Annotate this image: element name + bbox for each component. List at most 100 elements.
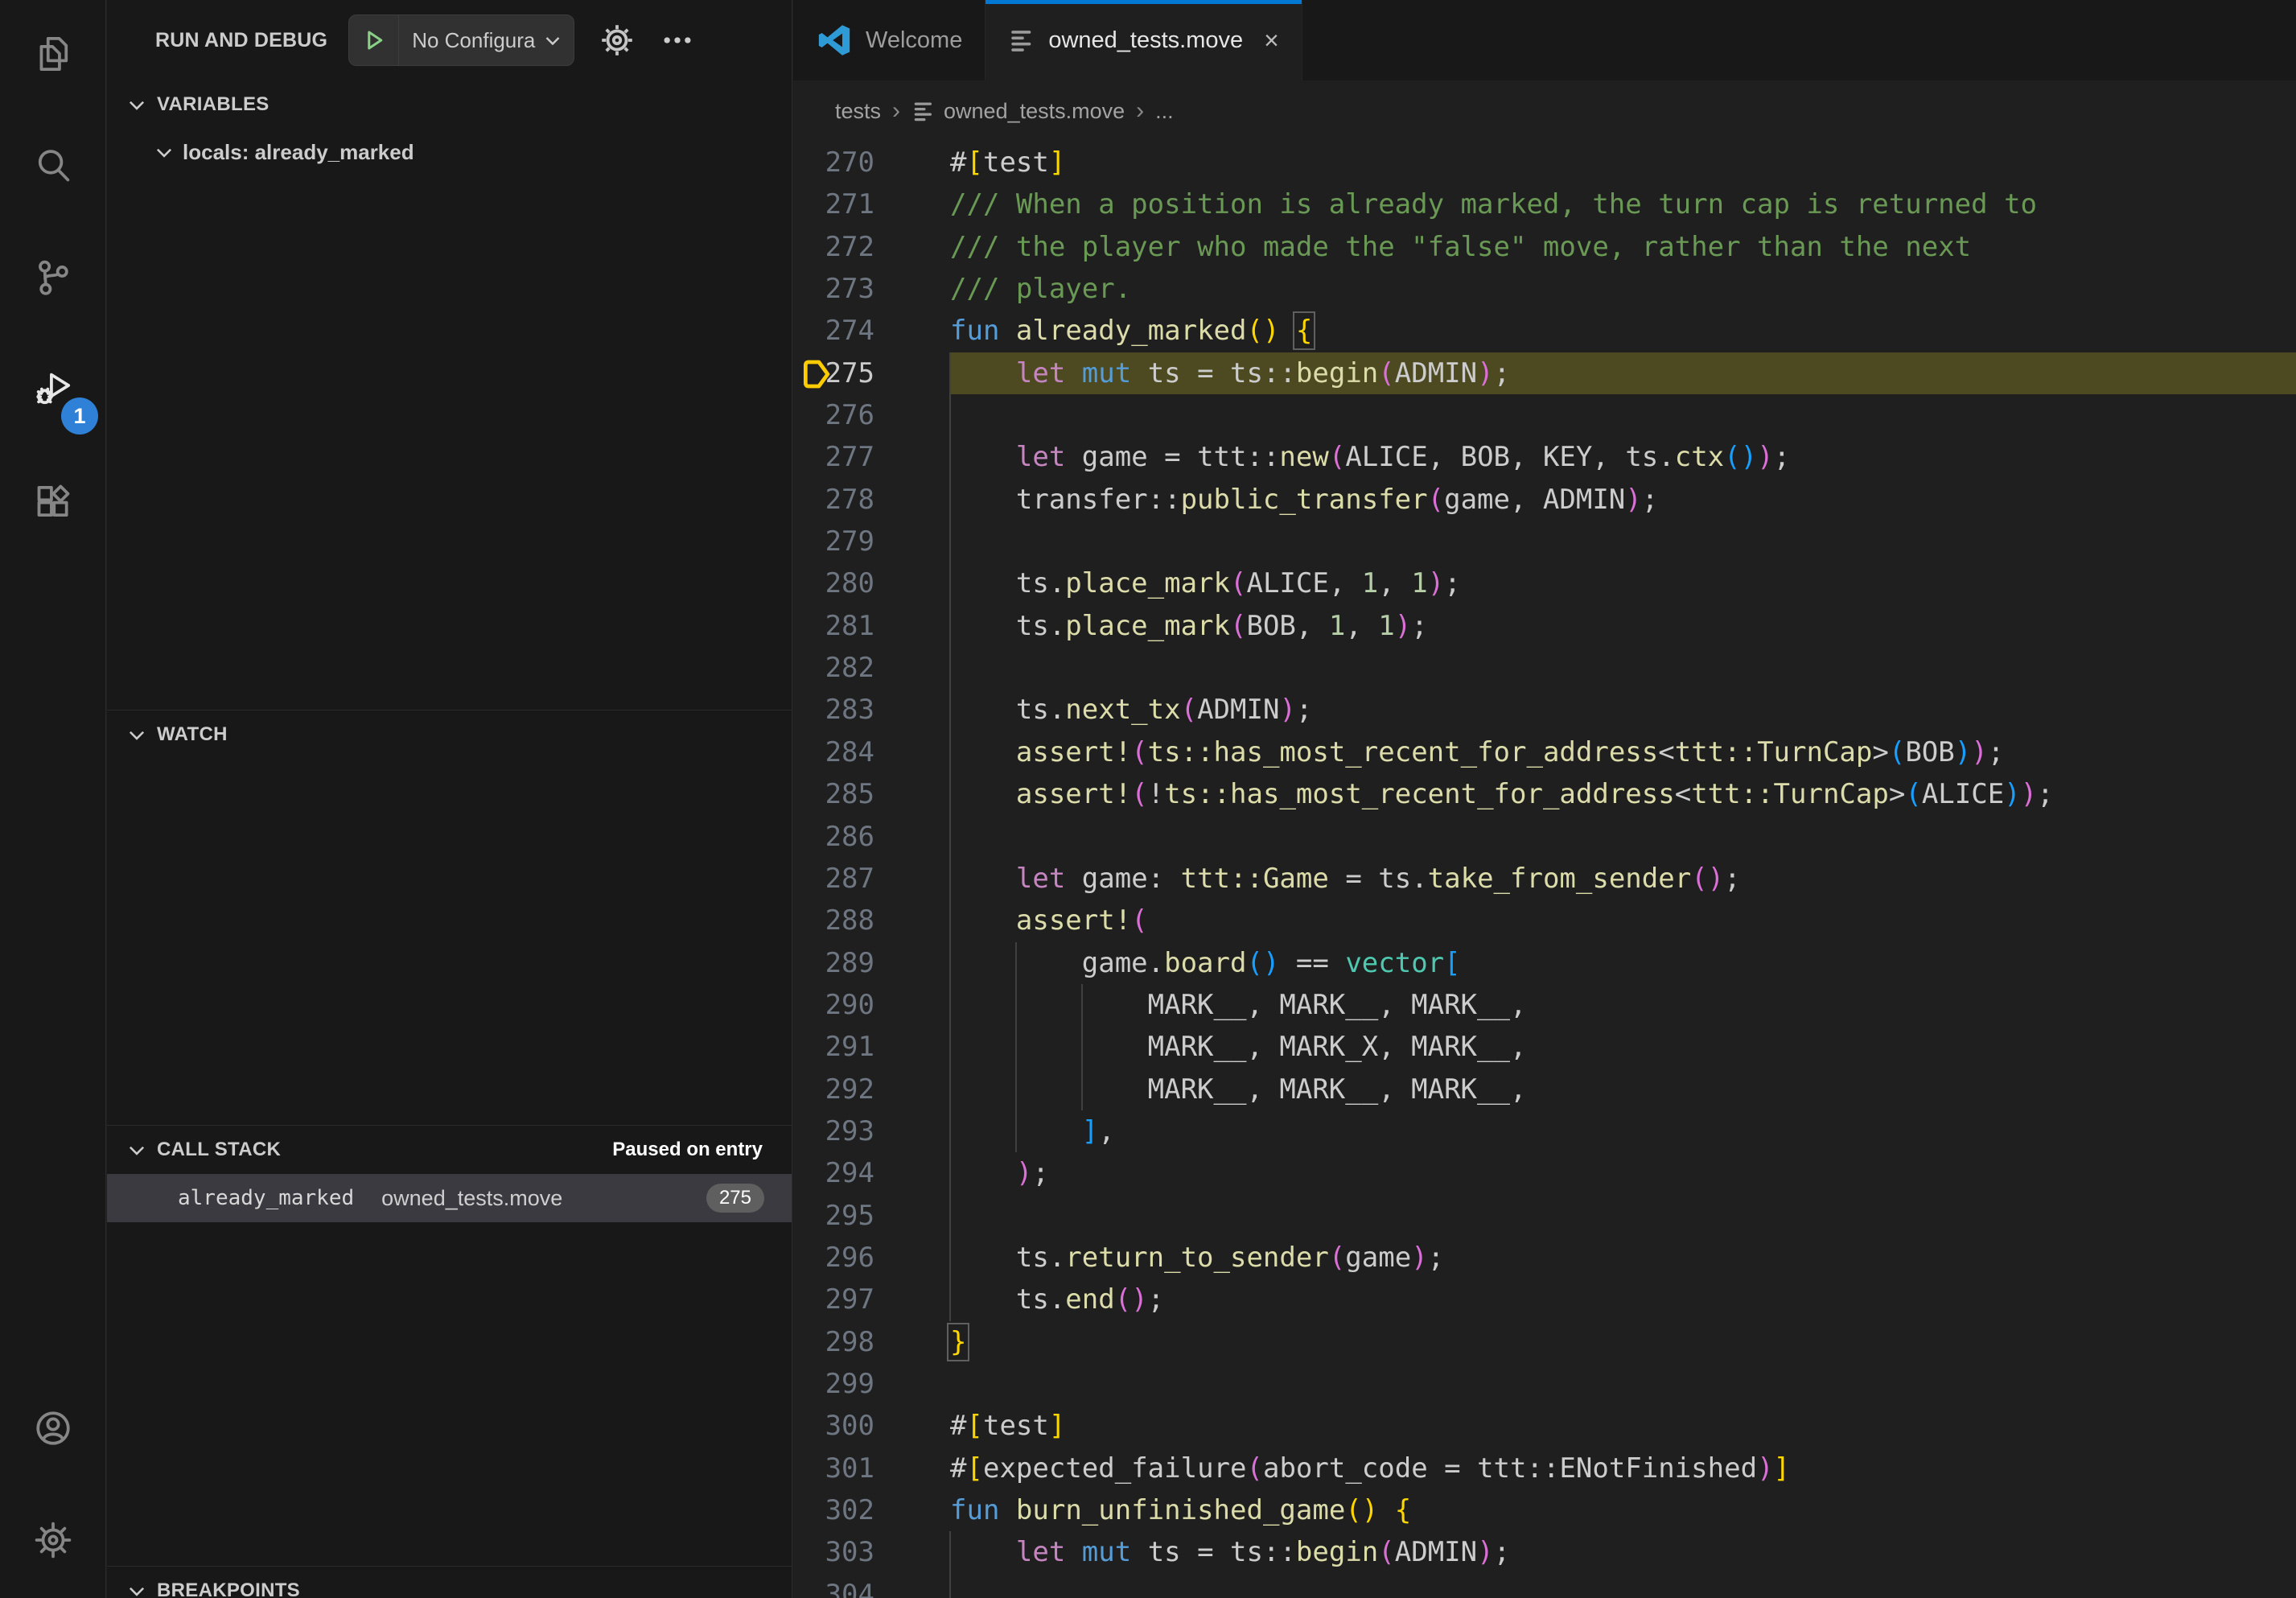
line-number[interactable]: 295 <box>793 1195 950 1237</box>
chevron-down-icon <box>125 1138 149 1162</box>
debug-configuration-dropdown[interactable]: No Configura <box>348 14 574 66</box>
tab-welcome[interactable]: Welcome <box>793 0 985 80</box>
breadcrumb-item-tests[interactable]: tests <box>835 99 881 124</box>
line-number[interactable]: 272 <box>793 226 950 268</box>
code-line-273[interactable]: 273/// player. <box>793 268 2296 310</box>
frame-file-name: owned_tests.move <box>381 1186 562 1211</box>
line-number[interactable]: 300 <box>793 1405 950 1447</box>
code-line-282[interactable]: 282 <box>793 647 2296 689</box>
activity-search-button[interactable] <box>0 112 106 224</box>
line-number[interactable]: 284 <box>793 731 950 773</box>
code-line-302[interactable]: 302fun burn_unfinished_game() { <box>793 1489 2296 1531</box>
line-number[interactable]: 301 <box>793 1448 950 1489</box>
tab-owned-tests[interactable]: owned_tests.move × <box>985 0 1302 80</box>
line-number[interactable]: 279 <box>793 521 950 562</box>
line-number[interactable]: 278 <box>793 479 950 521</box>
code-text <box>950 521 2296 562</box>
code-line-303[interactable]: 303 let mut ts = ts::begin(ADMIN); <box>793 1531 2296 1573</box>
code-line-274[interactable]: 274fun already_marked() { <box>793 310 2296 352</box>
code-line-297[interactable]: 297 ts.end(); <box>793 1279 2296 1320</box>
code-line-300[interactable]: 300#[test] <box>793 1405 2296 1447</box>
code-line-299[interactable]: 299 <box>793 1363 2296 1405</box>
line-number[interactable]: 292 <box>793 1069 950 1110</box>
variables-section-header[interactable]: VARIABLES <box>107 80 792 129</box>
line-number[interactable]: 304 <box>793 1574 950 1598</box>
line-number[interactable]: 285 <box>793 773 950 815</box>
line-number[interactable]: 280 <box>793 562 950 604</box>
code-line-285[interactable]: 285 assert!(!ts::has_most_recent_for_add… <box>793 773 2296 815</box>
code-line-281[interactable]: 281 ts.place_mark(BOB, 1, 1); <box>793 605 2296 647</box>
line-number[interactable]: 290 <box>793 984 950 1026</box>
code-line-294[interactable]: 294 ); <box>793 1152 2296 1194</box>
code-line-295[interactable]: 295 <box>793 1195 2296 1237</box>
line-number[interactable]: 289 <box>793 942 950 984</box>
breadcrumb-item-file[interactable]: owned_tests.move <box>911 99 1125 124</box>
code-line-287[interactable]: 287 let game: ttt::Game = ts.take_from_s… <box>793 858 2296 900</box>
chevron-down-icon <box>125 723 149 747</box>
line-number[interactable]: 303 <box>793 1531 950 1573</box>
more-actions-icon[interactable] <box>660 23 695 58</box>
breadcrumb-item-symbol[interactable]: ... <box>1155 99 1174 124</box>
line-number[interactable]: 287 <box>793 858 950 900</box>
code-line-279[interactable]: 279 <box>793 521 2296 562</box>
line-number[interactable]: 281 <box>793 605 950 647</box>
line-number[interactable]: 275 <box>793 352 950 394</box>
line-number[interactable]: 294 <box>793 1152 950 1194</box>
line-number[interactable]: 282 <box>793 647 950 689</box>
code-text: /// the player who made the "false" move… <box>950 226 2296 268</box>
line-number[interactable]: 270 <box>793 142 950 183</box>
code-line-280[interactable]: 280 ts.place_mark(ALICE, 1, 1); <box>793 562 2296 604</box>
code-line-284[interactable]: 284 assert!(ts::has_most_recent_for_addr… <box>793 731 2296 773</box>
activity-source-control-button[interactable] <box>0 224 106 336</box>
line-number[interactable]: 288 <box>793 900 950 941</box>
activity-settings-button[interactable] <box>0 1486 106 1598</box>
code-line-291[interactable]: 291 MARK__, MARK_X, MARK__, <box>793 1026 2296 1068</box>
line-number[interactable]: 297 <box>793 1279 950 1320</box>
variables-scope-locals[interactable]: locals: already_marked <box>107 129 792 175</box>
code-line-304[interactable]: 304 <box>793 1574 2296 1598</box>
code-line-286[interactable]: 286 <box>793 816 2296 858</box>
line-number[interactable]: 283 <box>793 689 950 731</box>
line-number[interactable]: 296 <box>793 1237 950 1279</box>
line-number[interactable]: 298 <box>793 1321 950 1363</box>
code-line-301[interactable]: 301#[expected_failure(abort_code = ttt::… <box>793 1448 2296 1489</box>
line-number[interactable]: 274 <box>793 310 950 352</box>
watch-section-header[interactable]: WATCH <box>107 710 792 759</box>
breakpoints-section-header[interactable]: BREAKPOINTS <box>107 1567 792 1598</box>
line-number[interactable]: 276 <box>793 394 950 436</box>
call-stack-section-header[interactable]: CALL STACK Paused on entry <box>107 1126 792 1174</box>
activity-extensions-button[interactable] <box>0 447 106 559</box>
code-line-289[interactable]: 289 game.board() == vector[ <box>793 942 2296 984</box>
code-line-290[interactable]: 290 MARK__, MARK__, MARK__, <box>793 984 2296 1026</box>
line-number[interactable]: 286 <box>793 816 950 858</box>
line-number[interactable]: 299 <box>793 1363 950 1405</box>
debug-settings-gear-icon[interactable] <box>599 22 636 59</box>
line-number[interactable]: 302 <box>793 1489 950 1531</box>
line-number[interactable]: 277 <box>793 436 950 478</box>
code-line-288[interactable]: 288 assert!( <box>793 900 2296 941</box>
code-editor[interactable]: 270#[test]271/// When a position is alre… <box>793 142 2296 1598</box>
call-stack-frame[interactable]: already_marked owned_tests.move 275 <box>107 1174 792 1222</box>
line-number[interactable]: 293 <box>793 1110 950 1152</box>
indent-guide <box>949 562 951 604</box>
line-number[interactable]: 271 <box>793 183 950 225</box>
code-line-278[interactable]: 278 transfer::public_transfer(game, ADMI… <box>793 479 2296 521</box>
code-line-275[interactable]: 275 let mut ts = ts::begin(ADMIN); <box>793 352 2296 394</box>
code-line-277[interactable]: 277 let game = ttt::new(ALICE, BOB, KEY,… <box>793 436 2296 478</box>
close-icon[interactable]: × <box>1264 27 1279 53</box>
code-line-296[interactable]: 296 ts.return_to_sender(game); <box>793 1237 2296 1279</box>
activity-explorer-button[interactable] <box>0 0 106 112</box>
line-number[interactable]: 291 <box>793 1026 950 1068</box>
start-debug-icon[interactable] <box>349 15 399 65</box>
code-line-293[interactable]: 293 ], <box>793 1110 2296 1152</box>
code-line-270[interactable]: 270#[test] <box>793 142 2296 183</box>
code-line-276[interactable]: 276 <box>793 394 2296 436</box>
code-line-298[interactable]: 298} <box>793 1321 2296 1363</box>
activity-run-debug-button[interactable]: 1 <box>0 336 106 447</box>
code-line-271[interactable]: 271/// When a position is already marked… <box>793 183 2296 225</box>
activity-account-button[interactable] <box>0 1374 106 1486</box>
code-line-272[interactable]: 272/// the player who made the "false" m… <box>793 226 2296 268</box>
code-line-283[interactable]: 283 ts.next_tx(ADMIN); <box>793 689 2296 731</box>
code-line-292[interactable]: 292 MARK__, MARK__, MARK__, <box>793 1069 2296 1110</box>
line-number[interactable]: 273 <box>793 268 950 310</box>
